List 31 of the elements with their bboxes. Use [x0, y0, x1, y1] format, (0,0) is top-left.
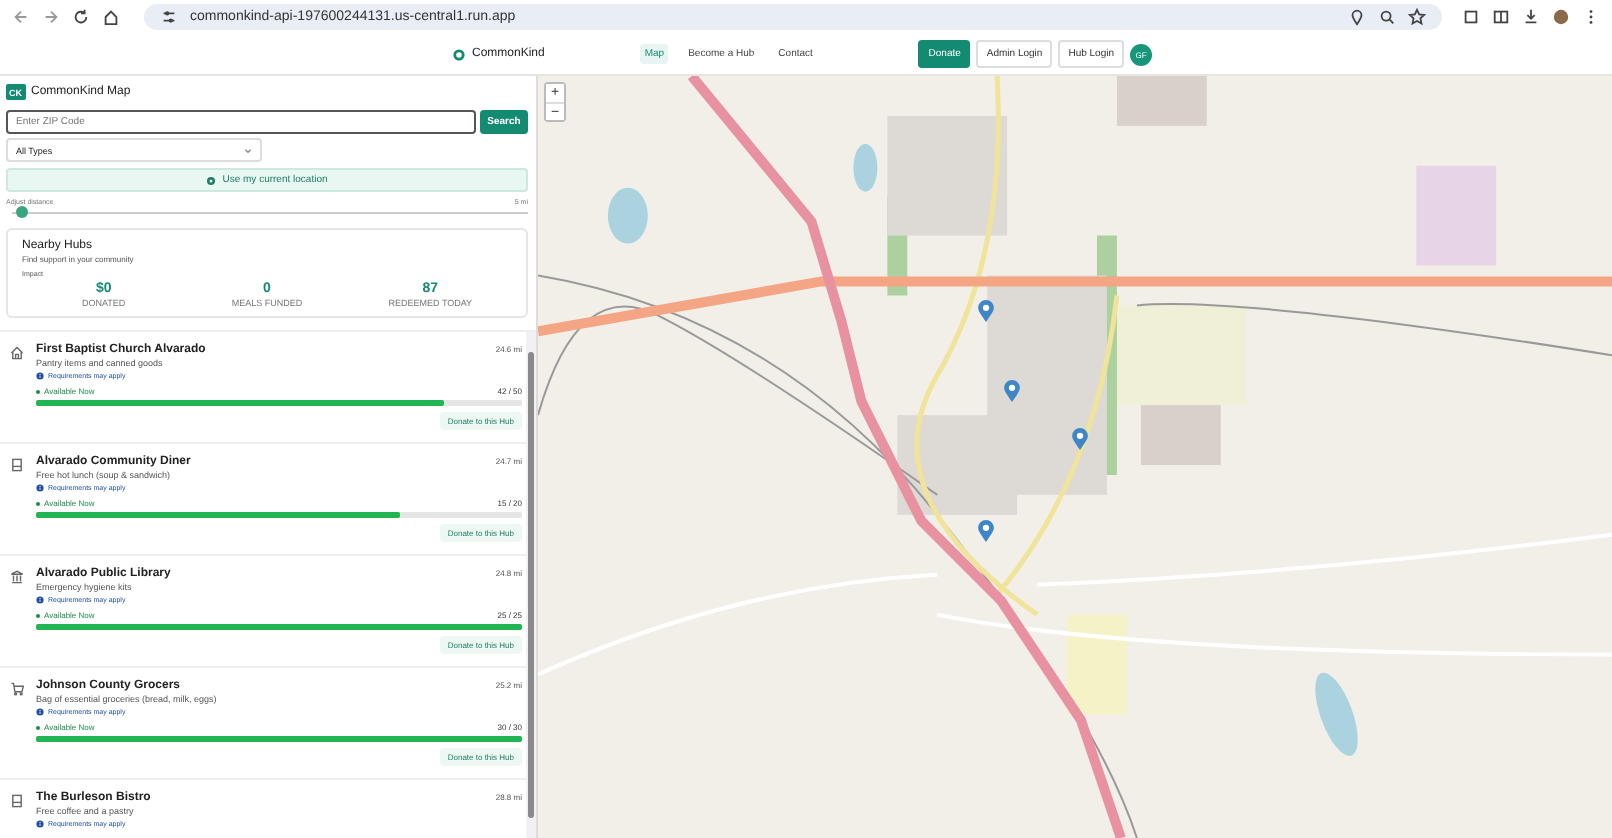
location-icon [206, 175, 217, 185]
house-icon [10, 346, 24, 360]
info-icon [36, 596, 44, 604]
info-icon [36, 372, 44, 380]
building-icon [10, 570, 24, 584]
building-icon [10, 458, 24, 472]
logo-icon [452, 47, 466, 61]
slider-thumb[interactable] [16, 206, 29, 218]
map-marker-icon[interactable] [978, 520, 994, 542]
download-icon[interactable] [1522, 8, 1540, 26]
cart-icon [10, 682, 24, 696]
split-view-icon[interactable] [1492, 8, 1510, 26]
info-icon [36, 708, 44, 716]
home-icon[interactable] [102, 8, 120, 26]
building-icon [10, 794, 24, 808]
extensions-icon[interactable] [1462, 8, 1480, 26]
star-icon[interactable] [1408, 8, 1426, 26]
forward-icon[interactable] [42, 8, 60, 26]
caret-icon [244, 147, 252, 153]
reload-icon[interactable] [72, 8, 90, 26]
zoom-icon[interactable] [1378, 8, 1396, 26]
map-marker-icon[interactable] [1072, 428, 1088, 450]
info-icon [36, 820, 44, 828]
scrollbar[interactable] [526, 332, 536, 838]
site-settings-icon[interactable] [160, 8, 178, 26]
info-icon [36, 484, 44, 492]
back-icon[interactable] [12, 8, 30, 26]
location-pin-icon[interactable] [1348, 8, 1366, 26]
map-marker-icon[interactable] [1004, 380, 1020, 402]
profile-avatar-icon[interactable] [1552, 8, 1570, 26]
map-marker-icon[interactable] [978, 300, 994, 322]
